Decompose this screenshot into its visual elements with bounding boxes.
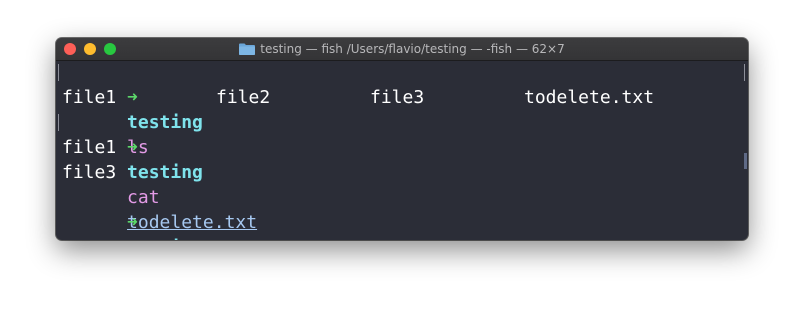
title-bar[interactable]: testing — fish /Users/flavio/testing — -… (56, 38, 748, 61)
ls-output-item: file2 (216, 87, 271, 108)
folder-icon (239, 43, 256, 55)
prompt-directory: testing (127, 162, 214, 183)
line-mark-left (58, 114, 59, 131)
terminal-content[interactable]: ➜ testing ls file1 file2 file3 todelete.… (56, 60, 748, 240)
prompt-directory: testing (127, 237, 214, 240)
prompt-arrow: ➜ (127, 137, 160, 158)
window-title: testing — fish /Users/flavio/testing — -… (56, 38, 748, 60)
prompt-arrow: ➜ (127, 212, 160, 233)
scroll-indicator[interactable] (744, 153, 747, 169)
line-mark-left (58, 64, 59, 81)
prompt-line: ➜ testing (62, 185, 214, 240)
line-mark-right (744, 64, 745, 81)
prompt-line: ➜ testing cat todelete.txt (62, 110, 257, 233)
ls-output-item: file3 (370, 87, 425, 108)
prompt-line: ➜ testing ls (62, 60, 214, 158)
output-line: file1 (62, 137, 117, 158)
ls-output-item: file1 (62, 87, 117, 108)
terminal-window: testing — fish /Users/flavio/testing — -… (56, 38, 748, 240)
window-title-text: testing — fish /Users/flavio/testing — -… (260, 42, 565, 56)
output-line: file3 (62, 162, 117, 183)
output-line: file1 file2 file3 todelete.txt (62, 85, 742, 110)
ls-output-item: todelete.txt (524, 87, 655, 108)
